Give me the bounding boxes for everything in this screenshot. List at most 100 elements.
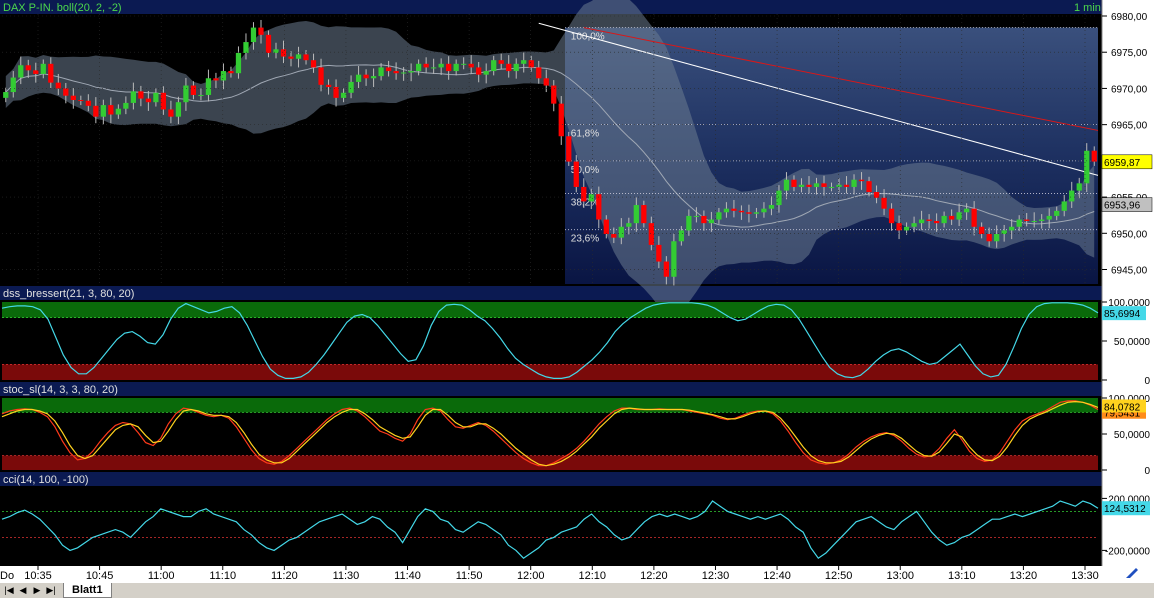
- candle-body: [175, 102, 182, 117]
- candle-body: [235, 52, 242, 74]
- candle-body: [701, 215, 707, 224]
- candle-body: [25, 65, 31, 71]
- time-tick-label: 11:20: [271, 570, 298, 582]
- sheet-tab-blatt1[interactable]: Blatt1: [63, 583, 112, 598]
- candle-body: [48, 63, 54, 83]
- candle-body: [378, 67, 384, 77]
- candle-body: [1009, 226, 1015, 231]
- time-tick-label: 12:30: [702, 570, 730, 582]
- candle-body: [596, 194, 602, 220]
- candle-body: [791, 179, 797, 187]
- candle-body: [85, 100, 91, 106]
- candle-body: [994, 234, 1000, 242]
- price-tick-label: 6950,00: [1111, 229, 1148, 240]
- candle-body: [1039, 219, 1045, 221]
- candle-body: [78, 100, 84, 102]
- candle-body: [10, 77, 16, 93]
- candle-body: [318, 67, 324, 85]
- candle-body: [408, 71, 414, 73]
- candle-body: [295, 54, 302, 59]
- candle-body: [355, 74, 362, 82]
- candle-body: [190, 85, 197, 95]
- next-sheet-icon[interactable]: ▶: [32, 584, 42, 596]
- candle-body: [618, 226, 624, 238]
- candle-body: [33, 70, 39, 74]
- candle-body: [393, 71, 399, 74]
- candle-body: [1076, 183, 1082, 191]
- candle-body: [858, 179, 865, 182]
- candle-body: [483, 71, 489, 75]
- time-tick-label: 12:50: [825, 570, 853, 582]
- candle-body: [250, 27, 257, 43]
- candle-body: [926, 219, 932, 221]
- candle-body: [400, 72, 407, 74]
- candle-body: [738, 210, 745, 213]
- band-price-label: 6953,96: [1104, 201, 1141, 212]
- candle-body: [258, 27, 264, 35]
- first-sheet-icon[interactable]: |◀: [4, 584, 14, 596]
- candle-body: [851, 179, 857, 187]
- candle-body: [138, 91, 144, 99]
- time-tick-label: 11:40: [394, 570, 421, 582]
- candle-body: [678, 230, 684, 242]
- osc-tick-label: 0: [1144, 466, 1150, 477]
- candle-body: [843, 184, 850, 187]
- candle-body: [603, 219, 609, 235]
- candle-body: [551, 85, 557, 104]
- candle-body: [160, 92, 167, 110]
- candle-body: [964, 208, 970, 213]
- prev-sheet-icon[interactable]: ◀: [18, 584, 28, 596]
- candle-body: [476, 67, 482, 75]
- candle-body: [588, 194, 594, 202]
- candle-body: [506, 63, 512, 72]
- candle-body: [663, 261, 669, 277]
- overbought-zone: [2, 302, 1098, 318]
- stoch-value-label: 84,0782: [1104, 402, 1141, 413]
- candle-body: [783, 179, 790, 191]
- time-tick-label: 13:10: [948, 570, 976, 582]
- candle-body: [903, 226, 910, 231]
- candle-body: [416, 63, 422, 72]
- candle-body: [731, 208, 737, 211]
- candle-body: [528, 60, 534, 68]
- candle-body: [183, 85, 189, 103]
- time-tick-label: 11:00: [148, 570, 175, 582]
- candle-body: [911, 223, 917, 227]
- last-sheet-icon[interactable]: ▶|: [46, 584, 56, 596]
- candle-body: [198, 94, 204, 96]
- candle-body: [746, 212, 752, 214]
- candle-body: [108, 105, 114, 115]
- candle-body: [836, 184, 842, 187]
- candle-body: [686, 215, 692, 231]
- candle-body: [753, 212, 760, 214]
- candle-body: [641, 205, 647, 224]
- candle-body: [979, 226, 985, 235]
- candle-body: [813, 183, 820, 187]
- osc-tick-label: 50,0000: [1114, 430, 1151, 441]
- candle-body: [543, 78, 549, 86]
- chart-window: DAX P-IN. boll(20, 2, -2) 1 min dss_bres…: [0, 0, 1154, 598]
- candle-body: [498, 60, 504, 64]
- candle-body: [633, 205, 639, 224]
- candle-body: [1046, 215, 1052, 220]
- chart-canvas: DAX P-IN. boll(20, 2, -2) 1 min dss_bres…: [0, 0, 1154, 582]
- candle-body: [716, 212, 722, 220]
- candle-body: [213, 78, 219, 81]
- time-tick-label: 10:35: [24, 570, 52, 582]
- time-tick-label: 11:50: [456, 570, 483, 582]
- candle-body: [521, 60, 527, 64]
- candle-body: [340, 92, 347, 98]
- candle-body: [513, 63, 519, 72]
- price-tick-label: 6975,00: [1111, 48, 1148, 59]
- horizontal-scrollbar[interactable]: [150, 585, 1150, 595]
- candle-body: [611, 234, 617, 238]
- candle-body: [581, 186, 587, 202]
- oversold-zone: [2, 455, 1098, 470]
- candle-body: [671, 241, 677, 277]
- candle-body: [205, 78, 212, 95]
- candle-body: [723, 208, 730, 213]
- time-tick-label: 12:40: [763, 570, 791, 582]
- candle-body: [243, 42, 249, 53]
- osc-tick-label: -200,0000: [1105, 546, 1150, 557]
- time-tick-label: 12:00: [517, 570, 545, 582]
